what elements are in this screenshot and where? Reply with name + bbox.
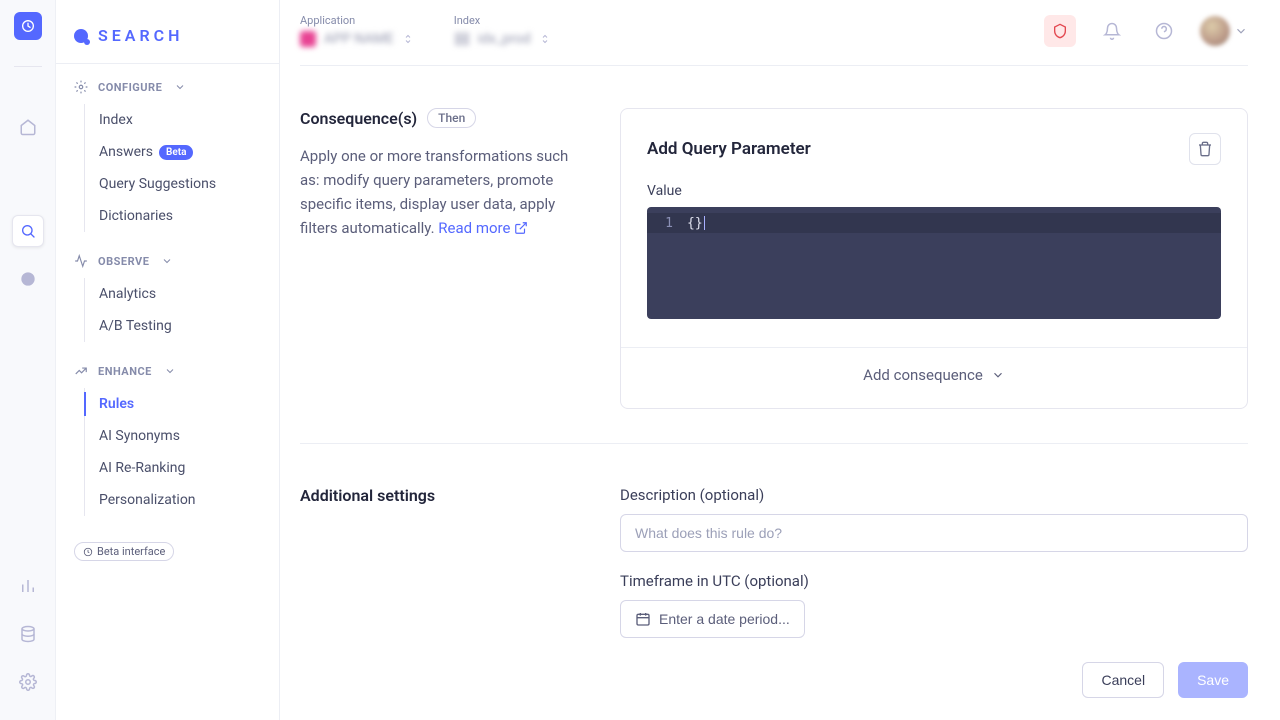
group-configure[interactable]: CONFIGURE xyxy=(56,80,279,104)
home-icon[interactable] xyxy=(12,111,44,143)
sidebar-item-answers[interactable]: AnswersBeta xyxy=(85,136,279,168)
description-input[interactable] xyxy=(620,514,1248,552)
consequence-section: Consequence(s) Then Apply one or more tr… xyxy=(300,66,1248,443)
sidebar-item-rules[interactable]: Rules xyxy=(85,388,279,420)
sidebar-item-query-suggestions[interactable]: Query Suggestions xyxy=(85,168,279,200)
footer-actions: Cancel Save xyxy=(1082,662,1248,698)
group-label: CONFIGURE xyxy=(98,81,162,94)
main: Application APP NAME Index idx_prod xyxy=(280,0,1280,720)
topbar: Application APP NAME Index idx_prod xyxy=(280,0,1280,61)
sidebar-item-analytics[interactable]: Analytics xyxy=(85,278,279,310)
product-title: SEARCH xyxy=(56,0,279,64)
sidebar: SEARCH CONFIGURE Index AnswersBeta Query… xyxy=(56,0,280,720)
read-more-link[interactable]: Read more xyxy=(438,216,528,240)
sidebar-item-index[interactable]: Index xyxy=(85,104,279,136)
delete-button[interactable] xyxy=(1189,133,1221,165)
chevron-down-icon xyxy=(161,255,173,267)
brand-logo-icon[interactable] xyxy=(14,12,42,40)
section-description: Apply one or more transformations such a… xyxy=(300,144,580,240)
then-pill: Then xyxy=(427,108,476,128)
app-selector[interactable]: Application APP NAME xyxy=(300,14,414,47)
tip-icon[interactable] xyxy=(12,263,44,295)
avatar xyxy=(1200,16,1230,46)
group-observe[interactable]: OBSERVE xyxy=(56,254,279,278)
search-product-icon[interactable] xyxy=(12,215,44,247)
save-button[interactable]: Save xyxy=(1178,662,1248,698)
chevron-down-icon xyxy=(174,81,186,93)
sidebar-item-ai-reranking[interactable]: AI Re-Ranking xyxy=(85,452,279,484)
gear-icon xyxy=(74,80,88,94)
calendar-icon xyxy=(635,611,651,627)
beta-interface-chip[interactable]: Beta interface xyxy=(74,542,174,561)
section-title: Additional settings xyxy=(300,486,435,505)
beta-badge: Beta xyxy=(159,145,193,160)
shield-alert-icon[interactable] xyxy=(1044,15,1076,47)
user-menu[interactable] xyxy=(1200,16,1248,46)
chart-icon[interactable] xyxy=(12,570,44,602)
trash-icon xyxy=(1197,141,1213,157)
chevron-down-icon xyxy=(991,368,1005,382)
chevron-down-icon xyxy=(164,365,176,377)
group-enhance[interactable]: ENHANCE xyxy=(56,364,279,388)
group-label: ENHANCE xyxy=(98,365,152,378)
database-icon[interactable] xyxy=(12,618,44,650)
index-icon xyxy=(454,31,470,47)
trend-icon xyxy=(74,364,88,378)
card-title: Add Query Parameter xyxy=(647,139,811,159)
add-consequence-button[interactable]: Add consequence xyxy=(647,348,1221,384)
brand-name: SEARCH xyxy=(98,26,183,45)
gear-icon[interactable] xyxy=(12,666,44,698)
consequence-card: Add Query Parameter Value 1 {} Add conse… xyxy=(620,108,1248,409)
index-selector[interactable]: Index idx_prod xyxy=(454,14,551,47)
external-link-icon xyxy=(514,221,528,235)
clock-icon xyxy=(83,547,93,557)
chevron-down-icon xyxy=(1234,24,1248,38)
timeframe-label: Timeframe in UTC (optional) xyxy=(620,572,1248,590)
group-label: OBSERVE xyxy=(98,255,149,268)
code-editor[interactable]: 1 {} xyxy=(647,207,1221,319)
additional-settings-section: Additional settings Description (optiona… xyxy=(300,443,1248,692)
sidebar-item-personalization[interactable]: Personalization xyxy=(85,484,279,516)
section-title: Consequence(s) Then xyxy=(300,108,476,128)
bell-icon[interactable] xyxy=(1096,15,1128,47)
cancel-button[interactable]: Cancel xyxy=(1082,662,1164,698)
selector-icon xyxy=(402,31,414,47)
search-icon xyxy=(74,29,88,43)
icon-rail xyxy=(0,0,56,720)
activity-icon xyxy=(74,254,88,268)
sidebar-item-ai-synonyms[interactable]: AI Synonyms xyxy=(85,420,279,452)
value-label: Value xyxy=(647,183,1221,199)
timeframe-button[interactable]: Enter a date period... xyxy=(620,600,805,638)
sidebar-item-ab-testing[interactable]: A/B Testing xyxy=(85,310,279,342)
sidebar-item-dictionaries[interactable]: Dictionaries xyxy=(85,200,279,232)
help-icon[interactable] xyxy=(1148,15,1180,47)
selector-icon xyxy=(539,31,551,47)
description-label: Description (optional) xyxy=(620,486,1248,504)
line-number: 1 xyxy=(647,216,681,231)
